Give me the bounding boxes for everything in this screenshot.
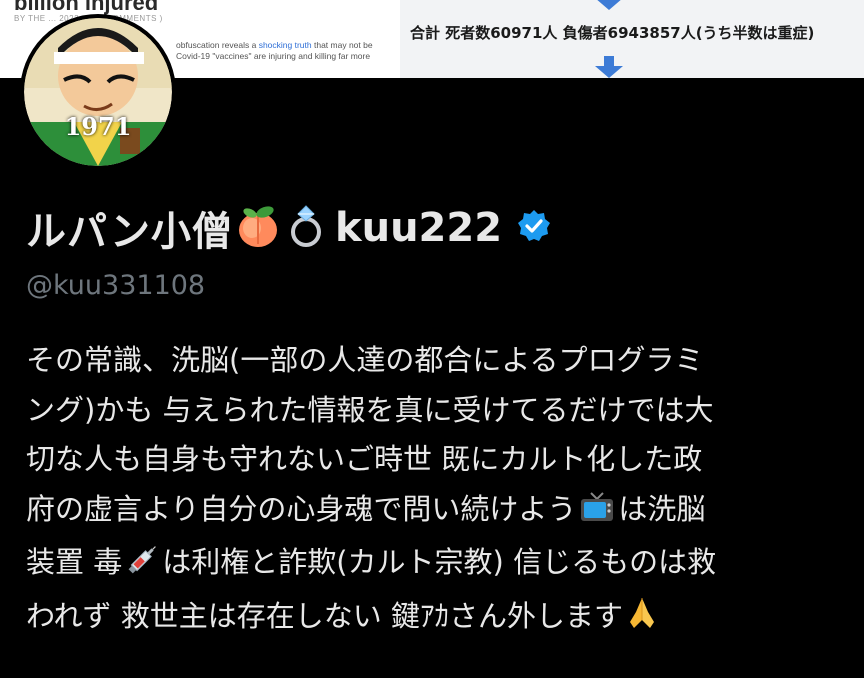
- folded-hands-emoji-icon: [626, 596, 658, 646]
- snippet-text-e: Covid-19 "vaccines" are injuring and kil…: [176, 51, 371, 61]
- bio-line: 府の虚言より自分の心身魂で問い続けよう は洗脳: [26, 485, 838, 539]
- snippet-text-c: that may not be: [311, 40, 373, 50]
- bio-line: 切な人も自身も守れないご時世 既にカルト化した政: [26, 442, 703, 476]
- banner-snippet: obfuscation reveals a shocking truth tha…: [176, 40, 386, 62]
- peach-emoji-icon: [235, 204, 281, 252]
- display-name-suffix: kuu222: [335, 205, 503, 251]
- avatar-year-text: 1971: [64, 112, 132, 141]
- arrow-down-icon: [595, 0, 623, 10]
- bio-line: ング)かも 与えられた情報を真に受けてるだけでは大: [26, 392, 714, 427]
- verified-badge-icon: [516, 208, 552, 248]
- bio-line: 装置 毒 は利権と詐欺(カルト宗教) 信じるものは救: [26, 538, 838, 592]
- bio-line: われず 救世主は存在しない 鍵ｱｶさん外します: [26, 592, 838, 646]
- profile-bio: その常識、洗脳(一部の人達の都合によるプログラミ ング)かも 与えられた情報を真…: [26, 336, 838, 645]
- bio-line: その常識、洗脳(一部の人達の都合によるプログラミ: [26, 343, 704, 377]
- snippet-link: shocking truth: [258, 40, 312, 50]
- syringe-emoji-icon: [125, 542, 159, 592]
- arrow-down-icon: [595, 56, 623, 78]
- bio-line-text: は洗脳: [618, 491, 706, 526]
- bio-line-text: 装置 毒: [26, 545, 123, 579]
- avatar[interactable]: 1971: [20, 14, 176, 170]
- avatar-illustration: [24, 18, 172, 166]
- bio-line-text: は利権と詐欺(カルト宗教) 信じるものは救: [162, 545, 717, 579]
- ring-emoji-icon: [283, 204, 329, 252]
- banner-stats: 合計 死者数60971人 負傷者6943857人(うち半数は重症): [410, 24, 815, 42]
- profile-handle: @kuu331108: [26, 270, 206, 301]
- profile-name-row: ルパン小僧 kuu222: [26, 198, 552, 258]
- bio-line-text: 府の虚言より自分の心身魂で問い続けよう: [26, 491, 577, 526]
- bio-line-text: われず 救世主は存在しない 鍵ｱｶさん外します: [26, 598, 623, 633]
- snippet-text-a: obfuscation reveals a: [176, 40, 259, 50]
- display-name: ルパン小僧: [26, 209, 233, 255]
- tv-emoji-icon: [579, 489, 615, 539]
